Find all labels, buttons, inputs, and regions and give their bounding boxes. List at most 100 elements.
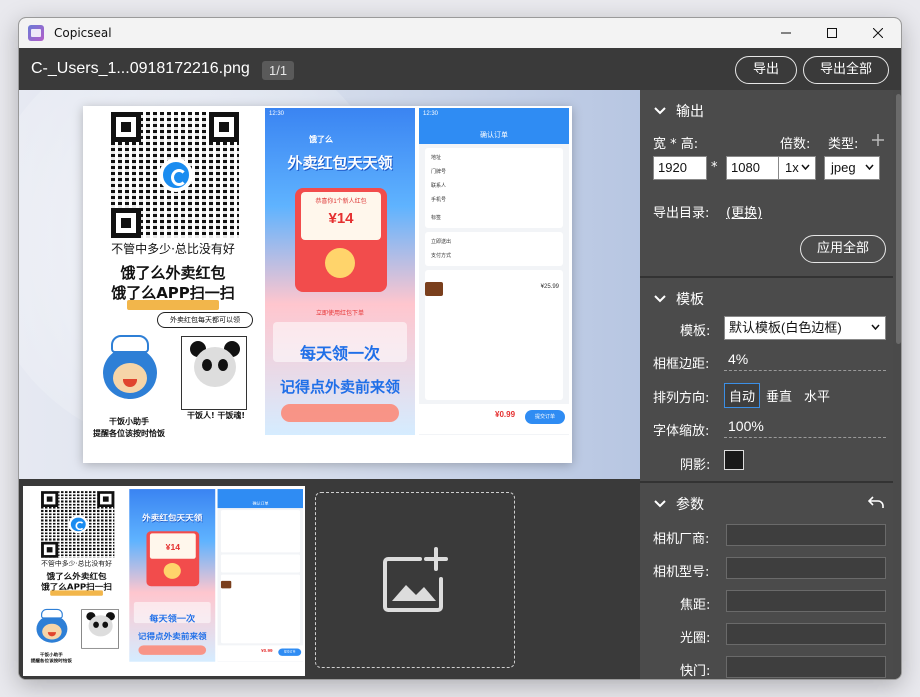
order-payment: 支付方式 — [431, 253, 452, 259]
header-bar: C-_Users_1...0918172216.png 1/1 导出 导出全部 — [19, 48, 901, 90]
minimize-icon — [781, 32, 791, 34]
promo-big-text-2: 记得点外卖前来领 — [279, 378, 400, 396]
params-section-title: 参数 — [676, 497, 704, 513]
caption-left-2: 提醒各位该按时恰饭 — [93, 429, 165, 438]
order-title: 确认订单 — [480, 132, 508, 139]
undo-icon[interactable] — [868, 495, 884, 509]
red-packet-button — [325, 248, 355, 278]
direction-horizontal-option[interactable]: 水平 — [800, 384, 834, 407]
export-dir-label: 导出目录: — [653, 206, 710, 221]
template-section-header[interactable]: 模板 — [654, 289, 704, 309]
promo-brand: 饿了么 — [309, 135, 333, 144]
shadow-color-swatch[interactable] — [724, 450, 744, 470]
scale-label: 倍数: — [780, 137, 811, 152]
focal-length-input[interactable] — [726, 590, 886, 612]
status-time: 12:30 — [423, 111, 439, 117]
font-scale-label: 字体缩放: — [653, 424, 710, 439]
direction-auto-option[interactable]: 自动 — [724, 383, 761, 408]
file-name: C-_Users_1...0918172216.png — [31, 60, 250, 77]
times-separator: * — [711, 160, 718, 175]
red-packet-amount: ¥14 — [328, 210, 354, 227]
direction-vertical-option[interactable]: 垂直 — [762, 384, 796, 407]
add-icon[interactable] — [872, 134, 884, 146]
export-all-button[interactable]: 导出全部 — [803, 56, 889, 84]
eleme-logo-icon — [159, 158, 193, 192]
food-thumbnail — [425, 282, 443, 296]
settings-sidebar: 输出 宽 * 高: 倍数: 类型: 1920 * 1080 1x jpeg 导出… — [640, 90, 901, 679]
type-value: jpeg — [831, 160, 856, 175]
params-section-header[interactable]: 参数 — [654, 494, 704, 514]
qr-poster: 不管中多少·总比没有好 饿了么外卖红包 饿了么APP扫一扫 外卖红包每天都可以领… — [89, 110, 257, 459]
scale-select[interactable]: 1x — [778, 156, 816, 180]
type-label: 类型: — [828, 137, 859, 152]
font-scale-input[interactable]: 100% — [724, 418, 886, 438]
params-section: 参数 相机厂商: 相机型号: 焦距: 光圈: 快门: — [640, 483, 893, 679]
panda-meme-illustration — [181, 336, 247, 410]
height-input[interactable]: 1080 — [726, 156, 780, 180]
sidebar-scrollbar[interactable] — [896, 94, 901, 344]
margin-input[interactable]: 4% — [724, 351, 886, 371]
output-section-title: 输出 — [676, 104, 704, 120]
order-line: 门牌号 — [431, 169, 447, 175]
maximize-icon — [827, 28, 837, 38]
focal-length-label: 焦距: — [680, 598, 711, 613]
qr-eye — [111, 208, 141, 238]
chevron-down-icon — [871, 324, 880, 330]
camera-maker-input[interactable] — [726, 524, 886, 546]
poster-line2: 饿了么外卖红包 — [120, 264, 226, 282]
shadow-label: 阴影: — [680, 458, 711, 473]
shutter-input[interactable] — [726, 656, 886, 678]
eleme-logo-icon — [68, 515, 89, 534]
red-packet-subtitle: 恭喜你1个新人红包 — [315, 199, 367, 205]
maximize-button[interactable] — [809, 18, 855, 48]
order-total: ¥0.99 — [495, 410, 516, 419]
close-button[interactable] — [855, 18, 901, 48]
caption-right: 干饭人! 干饭魂! — [186, 411, 246, 420]
template-select[interactable]: 默认模板(白色边框) — [724, 316, 886, 340]
scale-value: 1x — [785, 160, 799, 175]
qr-eye — [209, 112, 239, 142]
status-time: 12:30 — [269, 111, 285, 117]
item-price: ¥25.99 — [540, 284, 559, 290]
aperture-input[interactable] — [726, 623, 886, 645]
title-bar: Copicseal — [19, 18, 901, 48]
promo-big-text-1: 每天领一次 — [299, 344, 380, 363]
promo-headline: 外卖红包天天领 — [287, 154, 393, 172]
order-line: 标签 — [431, 215, 442, 221]
minimize-button[interactable] — [763, 18, 809, 48]
margin-label: 相框边距: — [653, 357, 710, 372]
order-line: 联系人 — [431, 183, 447, 189]
submit-order-button: 提交订单 — [525, 410, 565, 424]
page-indicator-badge: 1/1 — [262, 61, 295, 80]
camera-maker-label: 相机厂商: — [653, 532, 710, 547]
poster-banner: 外卖红包每天都可以领 — [157, 312, 253, 328]
thumbnail-strip: 不管中多少·总比没有好 饿了么外卖红包 饿了么APP扫一扫 干饭小助手 提醒各位… — [19, 482, 640, 679]
poster-line1: 不管中多少·总比没有好 — [111, 242, 235, 256]
qr-code — [111, 112, 239, 238]
chevron-down-icon — [654, 500, 666, 508]
output-section-header[interactable]: 输出 — [654, 101, 704, 121]
mascot-illustration — [99, 335, 161, 413]
template-section-title: 模板 — [676, 292, 704, 308]
app-window: Copicseal C-_Users_1...0918172216.png 1/… — [18, 17, 902, 680]
apply-all-button[interactable]: 应用全部 — [800, 235, 886, 263]
change-dir-link[interactable]: (更换) — [726, 202, 762, 221]
order-line: 地址 — [431, 155, 442, 161]
preview-image: 不管中多少·总比没有好 饿了么外卖红包 饿了么APP扫一扫 外卖红包每天都可以领… — [83, 106, 572, 463]
app-logo-icon — [28, 25, 44, 41]
orange-bar — [127, 300, 219, 310]
type-select[interactable]: jpeg — [824, 156, 880, 180]
caption-left-1: 干饭小助手 — [109, 417, 149, 426]
camera-model-input[interactable] — [726, 557, 886, 579]
thumbnail-item[interactable]: 不管中多少·总比没有好 饿了么外卖红包 饿了么APP扫一扫 干饭小助手 提醒各位… — [23, 486, 305, 676]
add-image-slot[interactable] — [315, 492, 515, 668]
direction-label: 排列方向: — [653, 391, 710, 406]
shutter-label: 快门: — [680, 664, 711, 679]
add-image-icon — [383, 547, 448, 612]
export-button[interactable]: 导出 — [735, 56, 797, 84]
chevron-down-icon — [654, 295, 666, 303]
width-input[interactable]: 1920 — [653, 156, 707, 180]
chevron-down-icon — [801, 164, 810, 170]
close-icon — [873, 28, 883, 38]
promo-under-text: 立即使用红包下单 — [315, 311, 364, 317]
